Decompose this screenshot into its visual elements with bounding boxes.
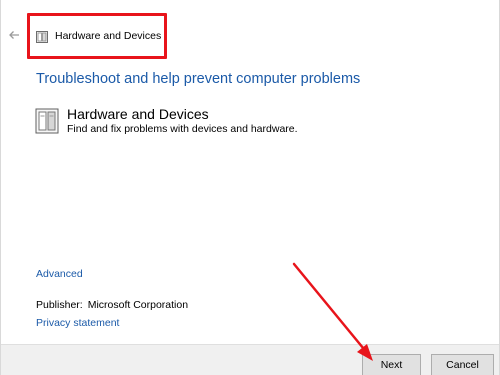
publisher-info: Publisher: Microsoft Corporation <box>36 299 188 311</box>
next-button[interactable]: Next <box>362 354 421 375</box>
item-title: Hardware and Devices <box>67 106 209 122</box>
troubleshooter-item: Hardware and Devices Find and fix proble… <box>35 106 298 136</box>
hardware-devices-icon <box>35 108 59 134</box>
cancel-button[interactable]: Cancel <box>431 354 494 375</box>
advanced-link[interactable]: Advanced <box>36 268 83 280</box>
publisher-label: Publisher: <box>36 299 83 311</box>
footer-bar: Next Cancel <box>1 344 499 375</box>
back-arrow-icon[interactable] <box>7 28 21 42</box>
item-description: Find and fix problems with devices and h… <box>67 123 298 135</box>
window-title: Hardware and Devices <box>55 30 162 42</box>
publisher-value: Microsoft Corporation <box>87 299 189 311</box>
hardware-devices-icon <box>36 30 48 43</box>
page-heading: Troubleshoot and help prevent computer p… <box>36 71 361 87</box>
window-title-bar: Hardware and Devices <box>36 29 161 43</box>
troubleshooter-window: Hardware and Devices Troubleshoot and he… <box>0 0 500 375</box>
privacy-statement-link[interactable]: Privacy statement <box>36 317 119 329</box>
